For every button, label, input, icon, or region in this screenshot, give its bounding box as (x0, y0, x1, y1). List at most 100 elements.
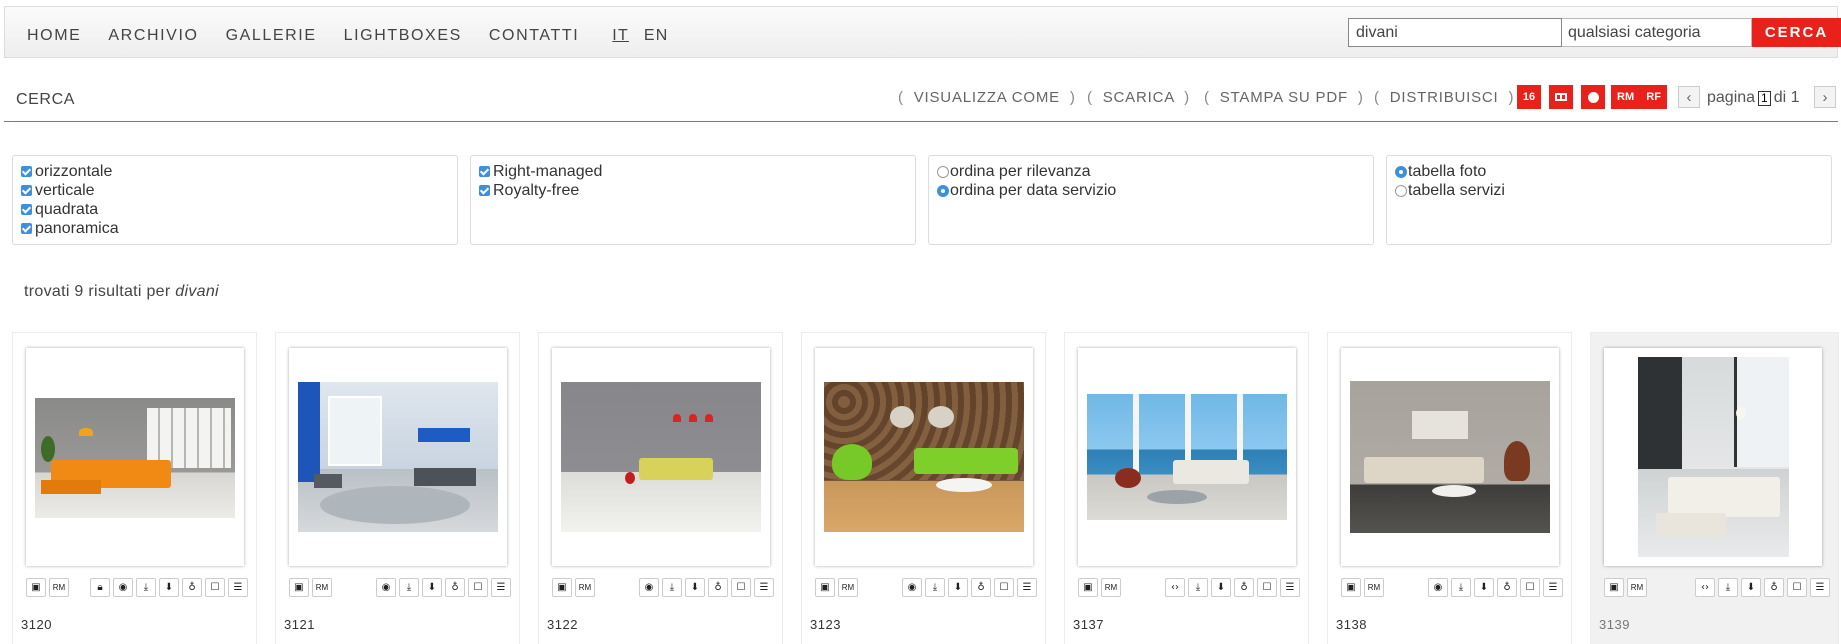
checkbox-checked-icon[interactable] (21, 223, 32, 234)
lock-icon[interactable]: 🔒︎ (90, 578, 110, 597)
search-input[interactable] (1348, 18, 1562, 47)
image-icon[interactable]: ▣ (552, 578, 572, 597)
category-select[interactable]: qualsiasi categoria (1562, 18, 1752, 47)
filter-right-managed[interactable]: Right-managed (479, 162, 915, 181)
rm-badge[interactable]: RM (838, 578, 858, 597)
download-icon[interactable]: ⤓ (662, 578, 682, 597)
eye-icon[interactable]: ◉ (1428, 578, 1448, 597)
sort-rilevanza[interactable]: ordina per rilevanza (937, 162, 1373, 181)
photo-thumbnail[interactable] (289, 348, 507, 566)
bulb-icon[interactable]: ♁ (182, 578, 202, 597)
lang-en-link[interactable]: EN (644, 27, 669, 45)
download-icon[interactable]: ⤓ (1718, 578, 1738, 597)
download-icon[interactable]: ⤓ (1188, 578, 1208, 597)
photo-thumbnail[interactable] (552, 348, 770, 566)
bulb-icon[interactable]: ♁ (708, 578, 728, 597)
download-alt-icon[interactable]: ⬇ (422, 578, 442, 597)
filter-royalty-free[interactable]: Royalty-free (479, 181, 915, 200)
download-alt-icon[interactable]: ⬇ (948, 578, 968, 597)
square-icon[interactable]: ☐ (1520, 578, 1540, 597)
download-icon[interactable]: ⤓ (925, 578, 945, 597)
eye-icon[interactable]: ◉ (639, 578, 659, 597)
rm-badge[interactable]: RM (1364, 578, 1384, 597)
radio-off-icon[interactable] (937, 165, 949, 178)
photo-thumbnail[interactable] (815, 348, 1033, 566)
code-icon[interactable]: ‹› (1165, 578, 1185, 597)
bulb-icon[interactable]: ♁ (1764, 578, 1784, 597)
menu-icon[interactable]: ☰ (491, 578, 511, 597)
next-page-button[interactable]: › (1814, 86, 1836, 108)
view-tabella-servizi[interactable]: tabella servizi (1395, 181, 1831, 200)
radio-on-icon[interactable] (1395, 165, 1407, 178)
rm-badge[interactable]: RM (575, 578, 595, 597)
image-icon[interactable]: ▣ (815, 578, 835, 597)
checkbox-checked-icon[interactable] (479, 185, 490, 196)
image-icon[interactable]: ▣ (1341, 578, 1361, 597)
image-icon[interactable]: ▣ (289, 578, 309, 597)
per-page-button[interactable]: 16 (1517, 85, 1541, 109)
menu-icon[interactable]: ☰ (228, 578, 248, 597)
menu-icon[interactable]: ☰ (1810, 578, 1830, 597)
image-icon[interactable]: ▣ (1078, 578, 1098, 597)
sort-data-servizio[interactable]: ordina per data servizio (937, 181, 1373, 200)
download-alt-icon[interactable]: ⬇ (159, 578, 179, 597)
square-icon[interactable]: ☐ (731, 578, 751, 597)
rm-badge[interactable]: RM (312, 578, 332, 597)
checkbox-checked-icon[interactable] (21, 204, 32, 215)
download-icon[interactable]: ⤓ (399, 578, 419, 597)
radio-off-icon[interactable] (1395, 184, 1407, 197)
radio-on-icon[interactable] (937, 184, 949, 197)
nav-lightboxes[interactable]: LIGHTBOXES (344, 27, 462, 45)
menu-icon[interactable]: ☰ (1543, 578, 1563, 597)
view-tabella-foto[interactable]: tabella foto (1395, 162, 1831, 181)
bulb-icon[interactable]: ♁ (445, 578, 465, 597)
filter-orizzontale[interactable]: orizzontale (21, 162, 457, 181)
download-alt-icon[interactable]: ⬇ (1211, 578, 1231, 597)
visualizza-come-link[interactable]: ( VISUALIZZA COME ) (898, 89, 1076, 106)
distribuisci-link[interactable]: ( DISTRIBUISCI ) (1374, 89, 1514, 106)
filter-panoramica[interactable]: panoramica (21, 219, 457, 238)
circle-filter-button[interactable] (1581, 85, 1605, 109)
grid-view-button[interactable] (1549, 85, 1573, 109)
checkbox-checked-icon[interactable] (21, 166, 32, 177)
image-icon[interactable]: ▣ (1604, 578, 1624, 597)
bulb-icon[interactable]: ♁ (1497, 578, 1517, 597)
square-icon[interactable]: ☐ (205, 578, 225, 597)
download-alt-icon[interactable]: ⬇ (1741, 578, 1761, 597)
search-button[interactable]: CERCA (1752, 18, 1841, 47)
eye-icon[interactable]: ◉ (376, 578, 396, 597)
page-number-input[interactable]: 1 (1758, 90, 1771, 106)
stampa-pdf-link[interactable]: ( STAMPA SU PDF ) (1204, 89, 1364, 106)
square-icon[interactable]: ☐ (1787, 578, 1807, 597)
photo-thumbnail[interactable] (1341, 348, 1559, 566)
eye-icon[interactable]: ◉ (902, 578, 922, 597)
filter-quadrata[interactable]: quadrata (21, 200, 457, 219)
rm-badge[interactable]: RM (1101, 578, 1121, 597)
download-alt-icon[interactable]: ⬇ (685, 578, 705, 597)
code-icon[interactable]: ‹› (1695, 578, 1715, 597)
menu-icon[interactable]: ☰ (1280, 578, 1300, 597)
rm-badge[interactable]: RM (49, 578, 69, 597)
lang-it-link[interactable]: IT (612, 27, 629, 45)
square-icon[interactable]: ☐ (1257, 578, 1277, 597)
rm-badge[interactable]: RM (1627, 578, 1647, 597)
license-filter-button[interactable]: RM RF (1611, 85, 1667, 109)
nav-home[interactable]: HOME (27, 27, 81, 45)
bulb-icon[interactable]: ♁ (1234, 578, 1254, 597)
bulb-icon[interactable]: ♁ (971, 578, 991, 597)
download-icon[interactable]: ⤓ (136, 578, 156, 597)
prev-page-button[interactable]: ‹ (1678, 86, 1700, 108)
download-icon[interactable]: ⤓ (1451, 578, 1471, 597)
nav-gallerie[interactable]: GALLERIE (226, 27, 317, 45)
menu-icon[interactable]: ☰ (1017, 578, 1037, 597)
scarica-link[interactable]: ( SCARICA ) (1087, 89, 1190, 106)
checkbox-checked-icon[interactable] (21, 185, 32, 196)
photo-thumbnail[interactable] (1078, 348, 1296, 566)
photo-thumbnail[interactable] (26, 348, 244, 566)
nav-contatti[interactable]: CONTATTI (489, 27, 579, 45)
filter-verticale[interactable]: verticale (21, 181, 457, 200)
menu-icon[interactable]: ☰ (754, 578, 774, 597)
nav-archivio[interactable]: ARCHIVIO (108, 27, 198, 45)
square-icon[interactable]: ☐ (468, 578, 488, 597)
checkbox-checked-icon[interactable] (479, 166, 490, 177)
